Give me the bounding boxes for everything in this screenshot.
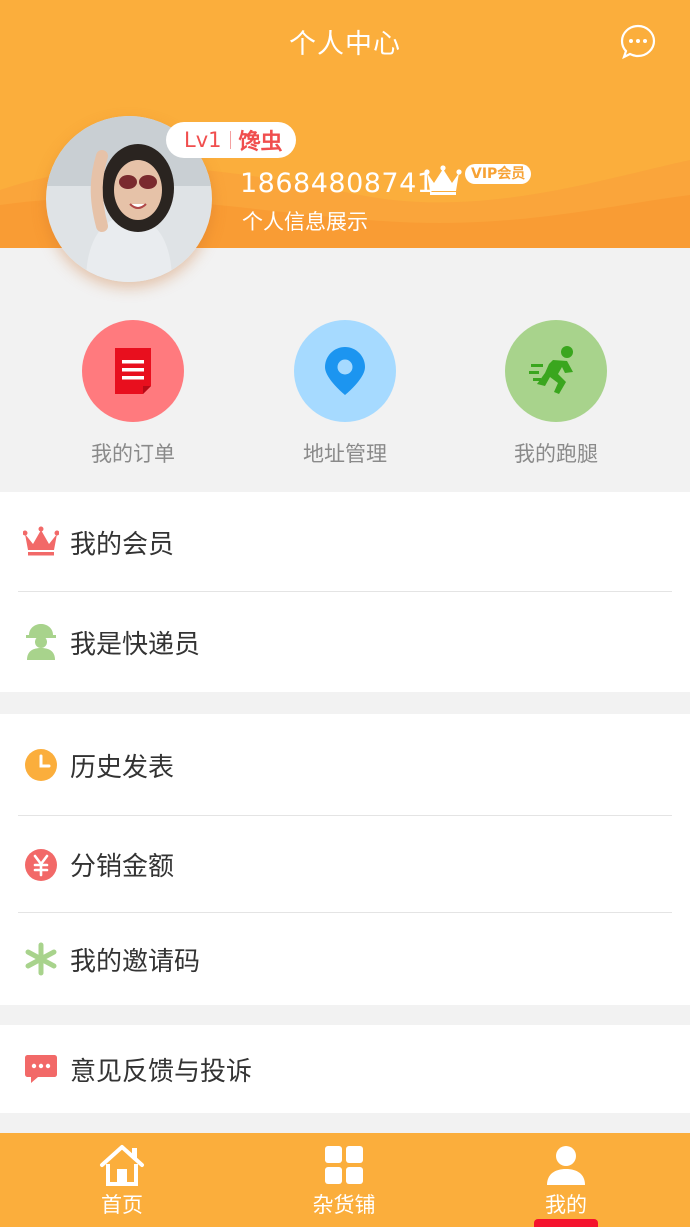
menu-item-courier[interactable]: 我是快递员 xyxy=(0,592,690,692)
nickname: 馋虫 xyxy=(238,130,283,155)
tab-mine[interactable]: 我的 xyxy=(496,1133,636,1227)
asterisk-icon xyxy=(22,940,60,978)
menu-group-membership: 我的会员 我是快递员 xyxy=(0,492,690,692)
vip-badge: VIP会员 xyxy=(465,164,532,184)
shortcut-section: 我的订单 地址管理 我的跑腿 xyxy=(0,248,690,490)
shortcut-my-orders[interactable]: 我的订单 xyxy=(53,320,213,468)
active-tab-indicator xyxy=(534,1219,598,1227)
order-document-icon xyxy=(82,320,184,422)
page-title: 个人中心 xyxy=(289,29,401,60)
profile-info-link[interactable]: 个人信息展示 xyxy=(242,206,368,236)
tab-home[interactable]: 首页 xyxy=(52,1133,192,1227)
feedback-chat-icon xyxy=(22,1050,60,1088)
menu-item-history[interactable]: 历史发表 xyxy=(0,714,690,816)
shortcut-label: 地址管理 xyxy=(303,442,387,466)
menu-group-records: 历史发表 分销金额 我的邀请码 xyxy=(0,714,690,1005)
menu-item-distribution[interactable]: 分销金额 xyxy=(0,816,690,913)
menu-item-feedback[interactable]: 意见反馈与投诉 xyxy=(0,1025,690,1113)
bottom-tab-bar: 首页 杂货铺 我的 xyxy=(0,1133,690,1227)
tab-label: 我的 xyxy=(545,1193,587,1217)
shortcut-address[interactable]: 地址管理 xyxy=(265,320,425,468)
phone-number: 18684808741 xyxy=(240,168,435,199)
menu-item-invite-code[interactable]: 我的邀请码 xyxy=(0,913,690,1005)
user-icon xyxy=(543,1143,589,1187)
tab-grocery[interactable]: 杂货铺 xyxy=(274,1133,414,1227)
grid-icon xyxy=(321,1143,367,1187)
menu-item-label: 历史发表 xyxy=(70,752,175,783)
courier-icon xyxy=(22,623,60,661)
menu-item-label: 我的邀请码 xyxy=(70,946,201,977)
tab-label: 杂货铺 xyxy=(312,1193,376,1217)
shortcut-label: 我的订单 xyxy=(91,442,175,466)
running-man-icon xyxy=(505,320,607,422)
menu-item-my-membership[interactable]: 我的会员 xyxy=(0,492,690,592)
vip-crown-icon xyxy=(424,163,462,197)
menu-item-label: 我是快递员 xyxy=(70,629,201,660)
level-divider xyxy=(229,131,231,149)
tab-label: 首页 xyxy=(101,1193,143,1217)
level-text: Lv1 xyxy=(184,128,222,152)
level-badge: Lv1 馋虫 xyxy=(166,122,296,158)
menu-item-label: 意见反馈与投诉 xyxy=(70,1056,253,1087)
shortcut-label: 我的跑腿 xyxy=(514,442,598,466)
menu-item-label: 我的会员 xyxy=(70,529,175,560)
shortcut-errands[interactable]: 我的跑腿 xyxy=(476,320,636,468)
clock-icon xyxy=(22,746,60,784)
menu-item-label: 分销金额 xyxy=(70,852,175,882)
home-icon xyxy=(99,1143,145,1187)
chat-bubble-icon[interactable] xyxy=(620,24,656,60)
location-pin-icon xyxy=(294,320,396,422)
menu-group-feedback: 意见反馈与投诉 xyxy=(0,1025,690,1113)
yen-icon xyxy=(22,846,60,884)
crown-icon xyxy=(22,523,60,561)
